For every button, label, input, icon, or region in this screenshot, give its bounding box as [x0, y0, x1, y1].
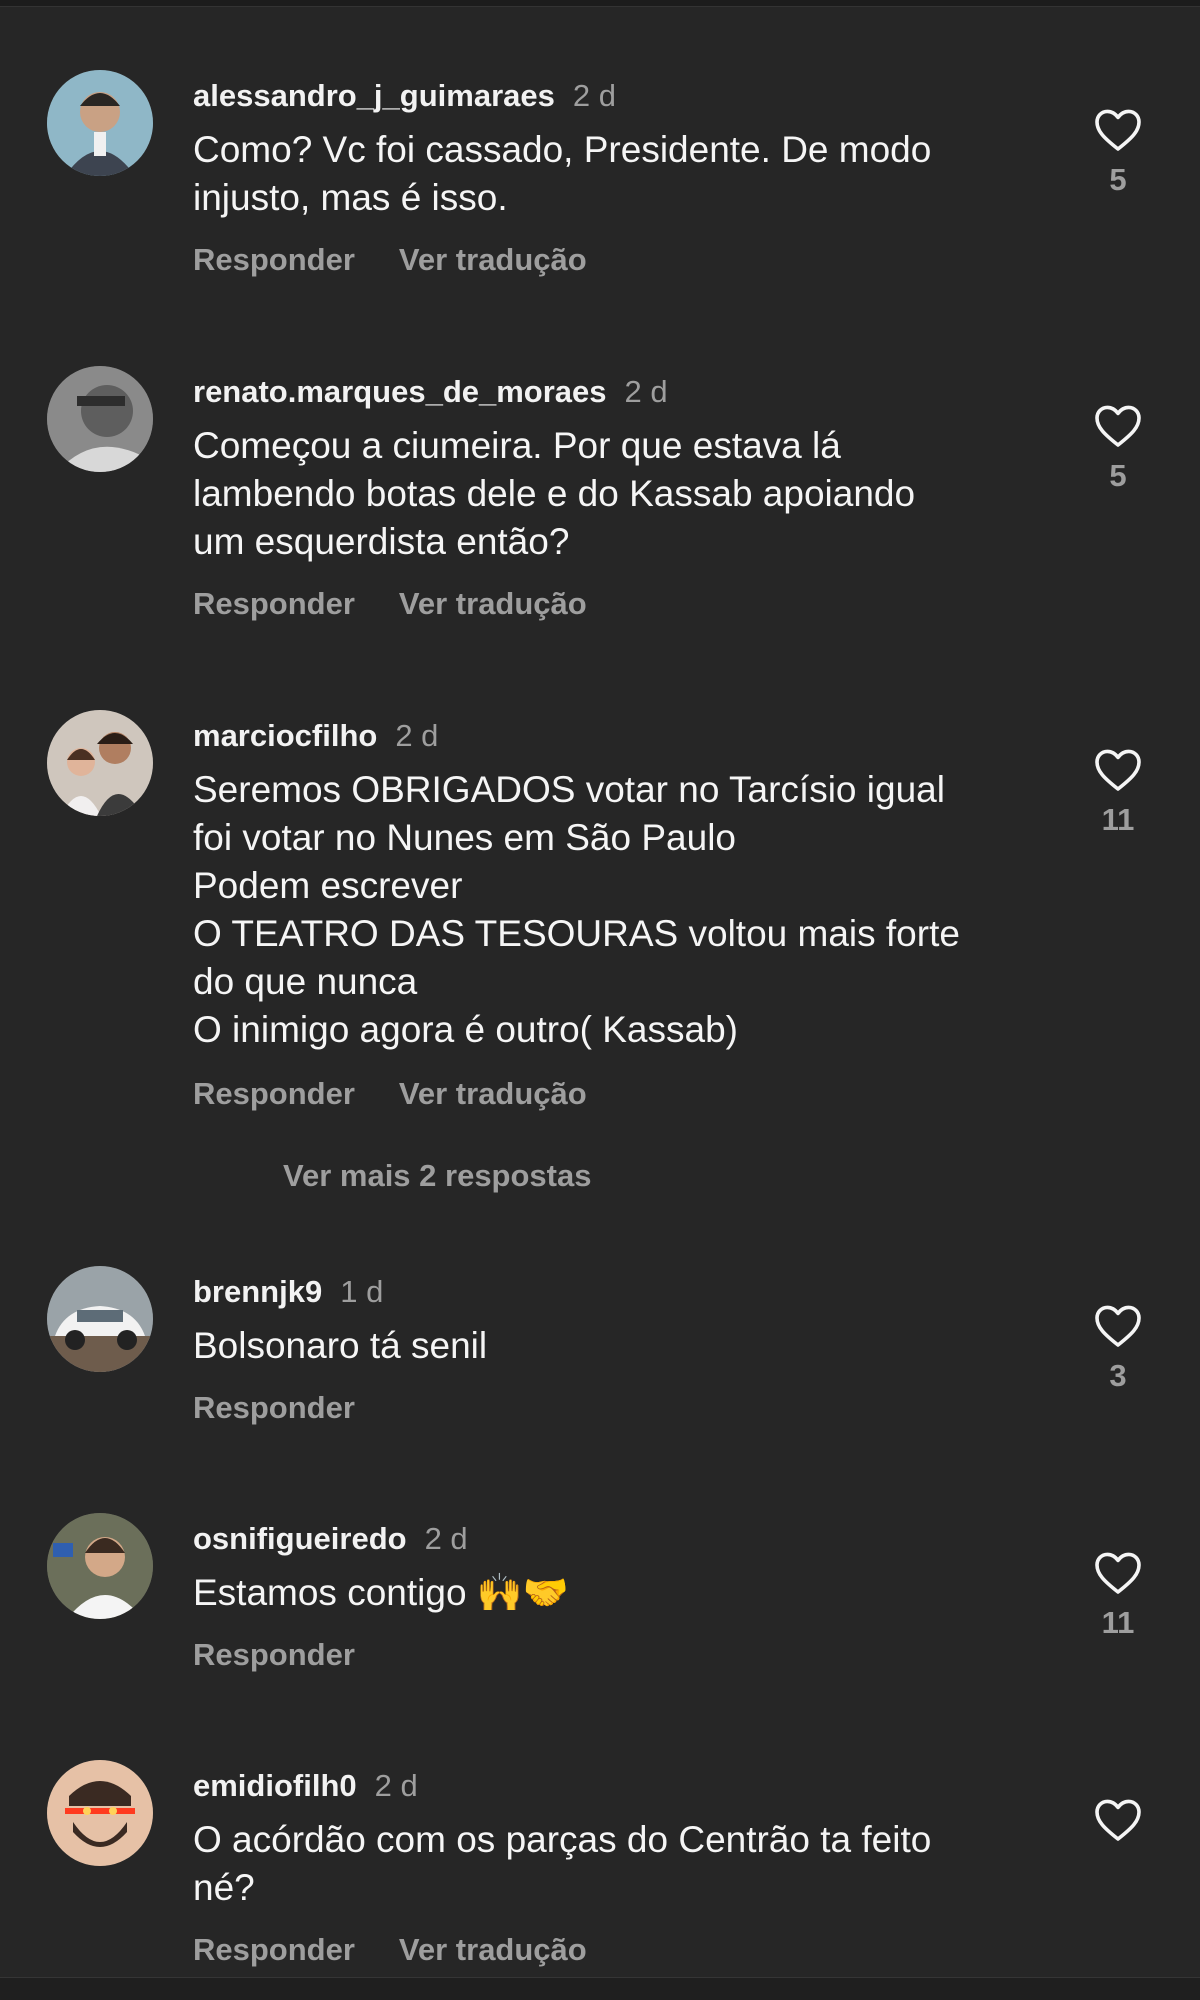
comment-text: Como? Vc foi cassado, Presidente. De mod… [193, 129, 932, 218]
timestamp: 2 d [572, 78, 616, 113]
avatar[interactable] [47, 1760, 153, 1866]
reply-button[interactable]: Responder [193, 586, 355, 621]
username[interactable]: emidiofilh0 [193, 1768, 357, 1803]
like-control [1090, 1798, 1146, 1842]
reply-button[interactable]: Responder [193, 1932, 355, 1967]
avatar[interactable] [47, 710, 153, 816]
username[interactable]: alessandro_j_guimaraes [193, 78, 555, 113]
timestamp: 2 d [395, 718, 439, 753]
comment-actions: Responder Ver tradução [193, 242, 631, 278]
comment-text: Bolsonaro tá senil [193, 1325, 488, 1366]
translate-button[interactable]: Ver tradução [399, 1932, 587, 1967]
avatar[interactable] [47, 1266, 153, 1372]
comment-actions: Responder Ver tradução [193, 1932, 631, 1968]
comment-meta: emidiofilh0 2 d [193, 1768, 418, 1804]
reply-button[interactable]: Responder [193, 1637, 355, 1672]
comment-actions: Responder Ver tradução [193, 586, 631, 622]
translate-button[interactable]: Ver tradução [399, 242, 587, 277]
username[interactable]: renato.marques_de_moraes [193, 374, 607, 409]
like-control: 11 [1090, 748, 1146, 838]
avatar[interactable] [47, 70, 153, 176]
timestamp: 1 d [340, 1274, 384, 1309]
like-control: 5 [1090, 108, 1146, 198]
avatar[interactable] [47, 1513, 153, 1619]
comment-meta: marciocfilho 2 d [193, 718, 438, 754]
timestamp: 2 d [424, 1521, 468, 1556]
comment-meta: renato.marques_de_moraes 2 d [193, 374, 668, 410]
heart-outline-icon[interactable] [1094, 108, 1142, 152]
translate-button[interactable]: Ver tradução [399, 586, 587, 621]
reply-button[interactable]: Responder [193, 1390, 355, 1425]
comment-actions: Responder Ver tradução [193, 1076, 631, 1112]
comment-text: Estamos contigo 🙌🤝 [193, 1572, 569, 1613]
top-divider [0, 0, 1200, 7]
like-count: 3 [1109, 1358, 1127, 1393]
comment-meta: brennjk9 1 d [193, 1274, 383, 1310]
timestamp: 2 d [374, 1768, 418, 1803]
like-control: 5 [1090, 404, 1146, 494]
like-control: 11 [1090, 1551, 1146, 1641]
like-count: 5 [1109, 162, 1127, 197]
comment-text: Seremos OBRIGADOS votar no Tarcísio igua… [193, 769, 960, 1050]
reply-button[interactable]: Responder [193, 1076, 355, 1111]
like-count: 11 [1101, 802, 1135, 837]
username[interactable]: brennjk9 [193, 1274, 322, 1309]
like-count: 5 [1109, 458, 1127, 493]
comment-meta: alessandro_j_guimaraes 2 d [193, 78, 616, 114]
heart-outline-icon[interactable] [1094, 748, 1142, 792]
comment-text: Começou a ciumeira. Por que estava lá la… [193, 425, 916, 562]
comment-actions: Responder [193, 1637, 399, 1673]
heart-outline-icon[interactable] [1094, 1304, 1142, 1348]
reply-button[interactable]: Responder [193, 242, 355, 277]
comment-text: O acórdão com os parças do Centrão ta fe… [193, 1819, 932, 1908]
heart-outline-icon[interactable] [1094, 1551, 1142, 1595]
comment-actions: Responder [193, 1390, 399, 1426]
comment-meta: osnifigueiredo 2 d [193, 1521, 468, 1557]
username[interactable]: osnifigueiredo [193, 1521, 407, 1556]
timestamp: 2 d [624, 374, 668, 409]
bottom-divider [0, 1977, 1200, 2000]
view-more-replies-button[interactable]: Ver mais 2 respostas [283, 1158, 591, 1194]
avatar[interactable] [47, 366, 153, 472]
like-control: 3 [1090, 1304, 1146, 1394]
username[interactable]: marciocfilho [193, 718, 377, 753]
heart-outline-icon[interactable] [1094, 404, 1142, 448]
heart-outline-icon[interactable] [1094, 1798, 1142, 1842]
translate-button[interactable]: Ver tradução [399, 1076, 587, 1111]
like-count: 11 [1101, 1605, 1135, 1640]
